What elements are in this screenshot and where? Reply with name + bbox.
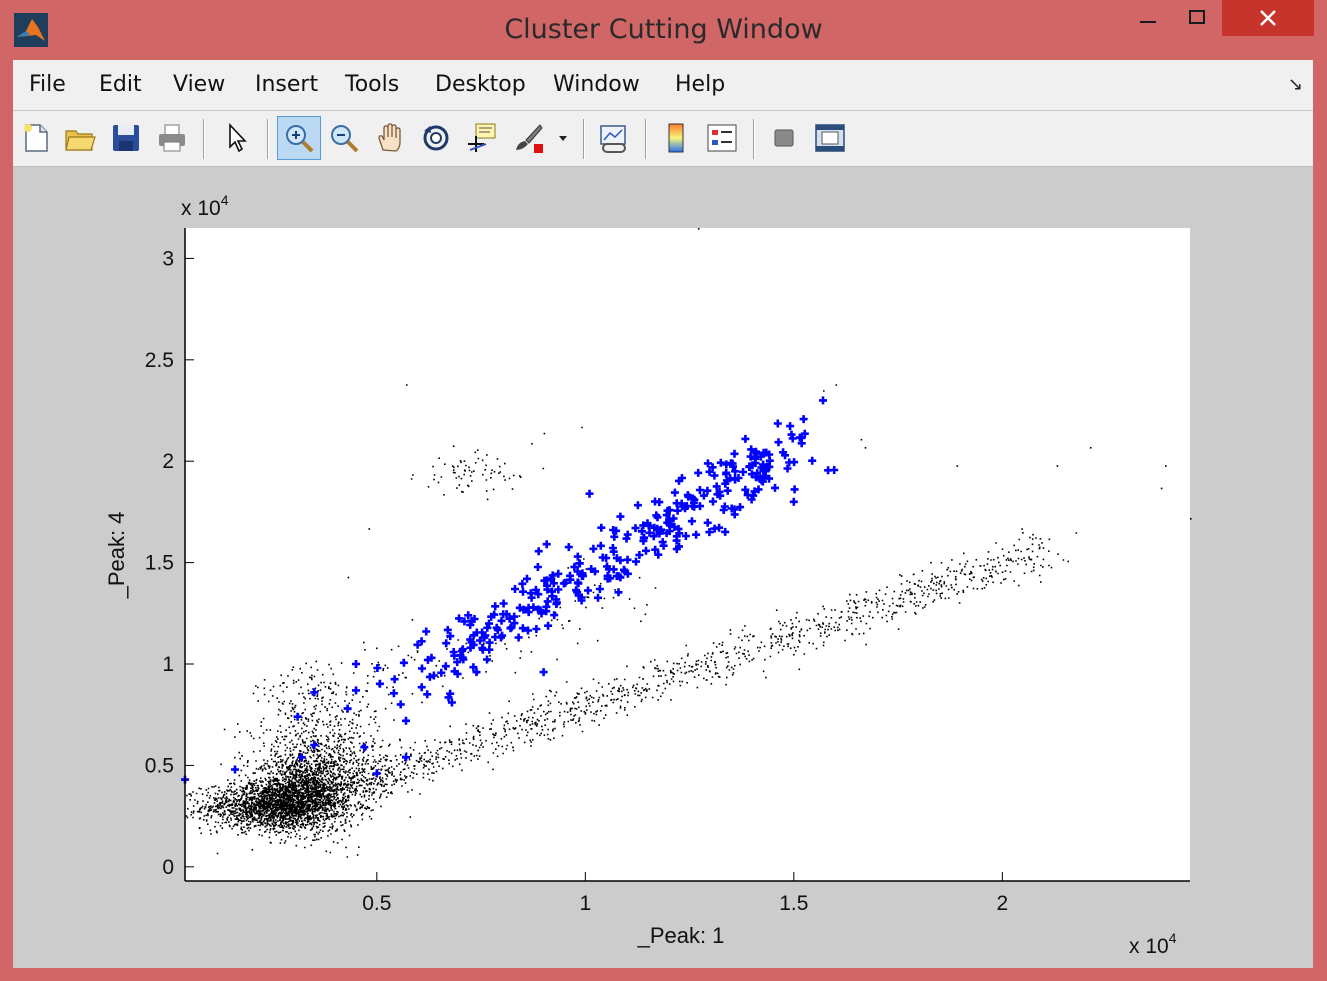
title-bar[interactable]: Cluster Cutting Window — [0, 0, 1327, 58]
link-plot-button[interactable] — [593, 117, 635, 159]
matlab-figure-window: Cluster Cutting Window File Edit View In… — [0, 0, 1327, 981]
new-figure-button[interactable] — [15, 117, 57, 159]
rotate-3d-button[interactable] — [415, 117, 457, 159]
y-tick-label: 1.5 — [145, 552, 174, 575]
save-button[interactable] — [105, 117, 147, 159]
data-cursor-button[interactable] — [461, 117, 503, 159]
y-tick-label: 3 — [162, 247, 174, 270]
open-file-button[interactable] — [59, 117, 101, 159]
y-tick-label: 2 — [162, 450, 174, 473]
x-tick-label: 2 — [997, 892, 1009, 915]
y-tick-label: 0 — [162, 856, 174, 879]
brush-button[interactable] — [507, 117, 549, 159]
brush-dropdown-icon — [559, 136, 567, 141]
menu-view[interactable]: View — [173, 72, 225, 97]
y-tick-label: 0.5 — [145, 754, 174, 777]
save-icon — [113, 125, 139, 151]
print-icon — [159, 124, 185, 152]
zoom-out-button[interactable] — [323, 117, 365, 159]
figure-toolbar — [13, 111, 1313, 167]
show-plot-tools-icon — [815, 124, 845, 152]
open-file-icon — [65, 130, 96, 151]
zoom-out-icon — [331, 125, 359, 153]
brush-dropdown-button[interactable] — [551, 117, 573, 159]
menu-bar: File Edit View Insert Tools Desktop Wind… — [13, 60, 1313, 111]
print-button[interactable] — [151, 117, 193, 159]
close-icon — [1260, 10, 1276, 26]
select-arrow-icon — [229, 122, 247, 153]
data-cursor-icon — [468, 123, 496, 152]
link-plot-icon — [600, 125, 626, 153]
maximize-button[interactable] — [1174, 0, 1220, 36]
legend-icon — [707, 124, 737, 152]
colorbar-icon — [668, 123, 684, 153]
hide-plot-tools-button[interactable] — [763, 117, 805, 159]
rotate-3d-icon — [423, 125, 449, 151]
x-axis-label: _Peak: 1 — [637, 923, 725, 948]
close-button[interactable] — [1222, 0, 1314, 36]
x-tick-label: 1.5 — [779, 892, 808, 915]
x-tick-label: 0.5 — [362, 892, 391, 915]
menu-tools[interactable]: Tools — [345, 72, 399, 97]
menu-desktop[interactable]: Desktop — [435, 72, 526, 97]
maximize-icon — [1189, 10, 1205, 24]
dock-arrow-icon[interactable]: ↘ — [1288, 74, 1303, 95]
x-tick-label: 1 — [579, 892, 591, 915]
colorbar-button[interactable] — [655, 117, 697, 159]
legend-button[interactable] — [701, 117, 743, 159]
new-figure-icon — [24, 124, 48, 152]
minimize-button[interactable] — [1122, 0, 1174, 36]
y-axis-exponent: x 104 — [181, 192, 229, 220]
zoom-in-button[interactable] — [277, 116, 321, 160]
show-plot-tools-button[interactable] — [809, 117, 851, 159]
menu-insert[interactable]: Insert — [255, 72, 318, 97]
x-axis-exponent: x 104 — [1129, 930, 1177, 958]
y-tick-label: 1 — [162, 653, 174, 676]
select-arrow-button[interactable] — [215, 117, 257, 159]
toolbar-separator — [753, 119, 755, 159]
menu-window[interactable]: Window — [553, 72, 640, 97]
menu-edit[interactable]: Edit — [99, 72, 142, 97]
toolbar-separator — [203, 119, 205, 159]
menu-help[interactable]: Help — [675, 72, 725, 97]
toolbar-separator — [645, 119, 647, 159]
scatter-plot[interactable]: 0.5 1 1.5 2 0 0.5 1 1.5 2 2.5 3 x 104 x 104 _Peak:… — [13, 167, 1313, 968]
y-tick-label: 2.5 — [145, 349, 174, 372]
pan-hand-button[interactable] — [369, 117, 411, 159]
y-axis-label: _Peak: 4 — [104, 512, 129, 600]
toolbar-separator — [267, 119, 269, 159]
figure-canvas: 0.5 1 1.5 2 0 0.5 1 1.5 2 2.5 3 x 104 x 104 _Peak:… — [13, 167, 1313, 968]
pan-hand-icon — [378, 123, 401, 152]
minimize-icon — [1140, 21, 1156, 23]
brush-icon — [516, 124, 543, 153]
hide-plot-tools-icon — [774, 129, 794, 147]
menu-file[interactable]: File — [29, 72, 66, 97]
toolbar-separator — [583, 119, 585, 159]
zoom-in-icon — [286, 125, 314, 153]
